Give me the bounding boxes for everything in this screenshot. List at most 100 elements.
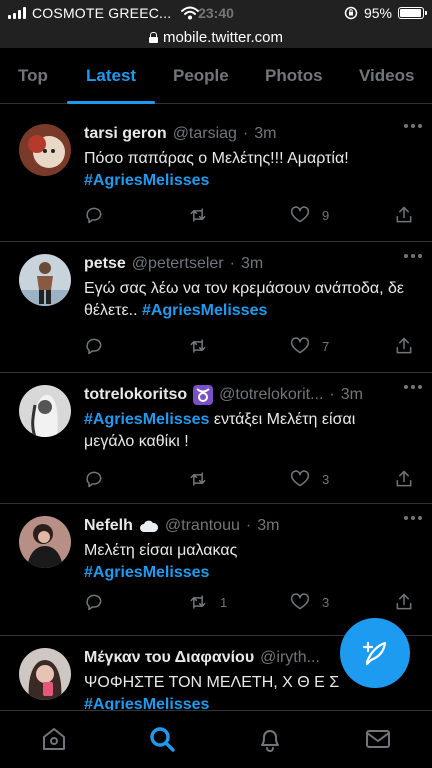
url-bar[interactable]: mobile.twitter.com (0, 26, 432, 48)
timestamp[interactable]: 3m (254, 125, 276, 143)
reply-button[interactable] (84, 469, 116, 489)
battery-percent: 95% (363, 5, 392, 21)
tweet-actions: 3 (84, 469, 418, 491)
retweet-icon (190, 595, 206, 609)
retweet-button[interactable] (188, 336, 220, 356)
cloud-icon (139, 518, 159, 534)
url-text: mobile.twitter.com (162, 28, 284, 46)
tweet[interactable]: petse @petertseler · 3m Εγώ σας λέω να τ… (0, 242, 432, 373)
timestamp[interactable]: 3m (257, 517, 279, 535)
notifications-bell-icon (261, 730, 279, 752)
tab-videos[interactable]: Videos (359, 48, 414, 104)
share-button[interactable] (394, 592, 414, 612)
status-bar: COSMOTE GREEC... 23:40 95% (0, 0, 432, 26)
display-name[interactable]: Μέγκαν του Διαφανίου (84, 649, 254, 667)
hashtag-link[interactable]: #AgriesMelisses (142, 302, 267, 319)
reply-icon (86, 207, 102, 224)
timestamp[interactable]: 3m (241, 255, 263, 273)
nav-search[interactable] (148, 725, 176, 753)
display-name[interactable]: petse (84, 255, 126, 273)
user-handle[interactable]: @totrelokorit... (219, 386, 323, 404)
reply-button[interactable] (84, 205, 116, 225)
bottom-navigation (0, 710, 432, 768)
battery-icon (398, 7, 427, 19)
tweet[interactable]: Nefelh @trantouu · 3m Μελέτη είσαι μαλακ… (0, 504, 432, 636)
separator-dot: · (329, 386, 335, 403)
tweet-text: Εγώ σας λέω να τον κρεμάσουν ανάποδα, δε… (84, 280, 405, 319)
more-options-icon[interactable] (404, 124, 424, 130)
taurus-symbol-icon (193, 385, 214, 405)
like-button[interactable]: 3 (290, 592, 329, 612)
nav-notifications[interactable] (256, 725, 284, 753)
more-options-icon[interactable] (404, 254, 424, 260)
user-handle[interactable]: @tarsiag (173, 125, 237, 143)
more-options-icon[interactable] (404, 385, 424, 391)
heart-icon (290, 470, 310, 487)
home-icon (43, 728, 65, 750)
share-icon (396, 206, 412, 223)
heart-icon (290, 206, 310, 223)
avatar[interactable] (19, 648, 71, 700)
tab-top[interactable]: Top (18, 48, 48, 104)
reply-icon (86, 338, 102, 355)
search-icon (150, 727, 175, 752)
wifi-icon (181, 6, 200, 20)
hashtag-link[interactable]: #AgriesMelisses (84, 564, 209, 581)
retweet-button[interactable] (188, 469, 220, 489)
hashtag-link[interactable]: #AgriesMelisses (84, 172, 209, 189)
carrier-name: COSMOTE GREEC... (32, 5, 172, 21)
heart-icon (290, 593, 310, 610)
reply-icon (86, 471, 102, 488)
like-button[interactable]: 7 (290, 336, 329, 356)
signal-icon (8, 7, 26, 19)
user-handle[interactable]: @petertseler (132, 255, 224, 273)
nav-home[interactable] (40, 725, 68, 753)
retweet-button[interactable]: 1 (188, 592, 227, 612)
tweet-text: Πόσο παπάρας ο Μελέτης!!! Αμαρτία! #Agri… (84, 150, 349, 189)
lock-icon (148, 31, 158, 43)
tab-people[interactable]: People (173, 48, 229, 104)
user-handle[interactable]: @trantouu (165, 517, 240, 535)
tweet-actions: 7 (84, 336, 418, 358)
tweet-actions: 9 (84, 205, 418, 227)
messages-envelope-icon (366, 730, 390, 748)
avatar[interactable] (19, 124, 71, 176)
retweet-icon (190, 339, 206, 353)
display-name[interactable]: totrelokoritso (84, 386, 187, 404)
like-button[interactable]: 9 (290, 205, 329, 225)
display-name[interactable]: Nefelh (84, 517, 133, 535)
avatar[interactable] (19, 385, 71, 437)
avatar[interactable] (19, 516, 71, 568)
timestamp[interactable]: 3m (341, 386, 363, 404)
avatar[interactable] (19, 254, 71, 306)
share-icon (396, 337, 412, 354)
share-button[interactable] (394, 205, 414, 225)
separator-dot: · (229, 255, 235, 272)
heart-icon (290, 337, 310, 354)
reply-icon (86, 594, 102, 611)
nav-messages[interactable] (364, 725, 392, 753)
retweet-button[interactable] (188, 205, 220, 225)
reply-button[interactable] (84, 592, 116, 612)
share-icon (396, 593, 412, 610)
more-options-icon[interactable] (404, 516, 424, 522)
user-handle[interactable]: @iryth... (260, 649, 320, 667)
separator-dot: · (245, 517, 252, 534)
display-name[interactable]: tarsi geron (84, 125, 167, 143)
tweet-text: Μελέτη είσαι μαλακας #AgriesMelisses (84, 542, 238, 581)
retweet-icon (190, 208, 206, 222)
hashtag-link[interactable]: #AgriesMelisses (84, 411, 209, 428)
orientation-lock-icon (344, 6, 358, 20)
share-button[interactable] (394, 336, 414, 356)
share-button[interactable] (394, 469, 414, 489)
tweet-text: #AgriesMelisses εντάξει Μελέτη είσαι μεγ… (84, 411, 356, 450)
like-button[interactable]: 3 (290, 469, 329, 489)
reply-button[interactable] (84, 336, 116, 356)
clock: 23:40 (198, 5, 234, 21)
tweet[interactable]: totrelokoritso @totrelokorit... · 3m #Ag… (0, 373, 432, 504)
compose-tweet-button[interactable] (340, 618, 410, 688)
active-tab-indicator (67, 101, 156, 104)
tab-photos[interactable]: Photos (265, 48, 323, 104)
tweet[interactable]: tarsi geron @tarsiag · 3m Πόσο παπάρας ο… (0, 112, 432, 242)
tab-latest[interactable]: Latest (67, 48, 156, 104)
